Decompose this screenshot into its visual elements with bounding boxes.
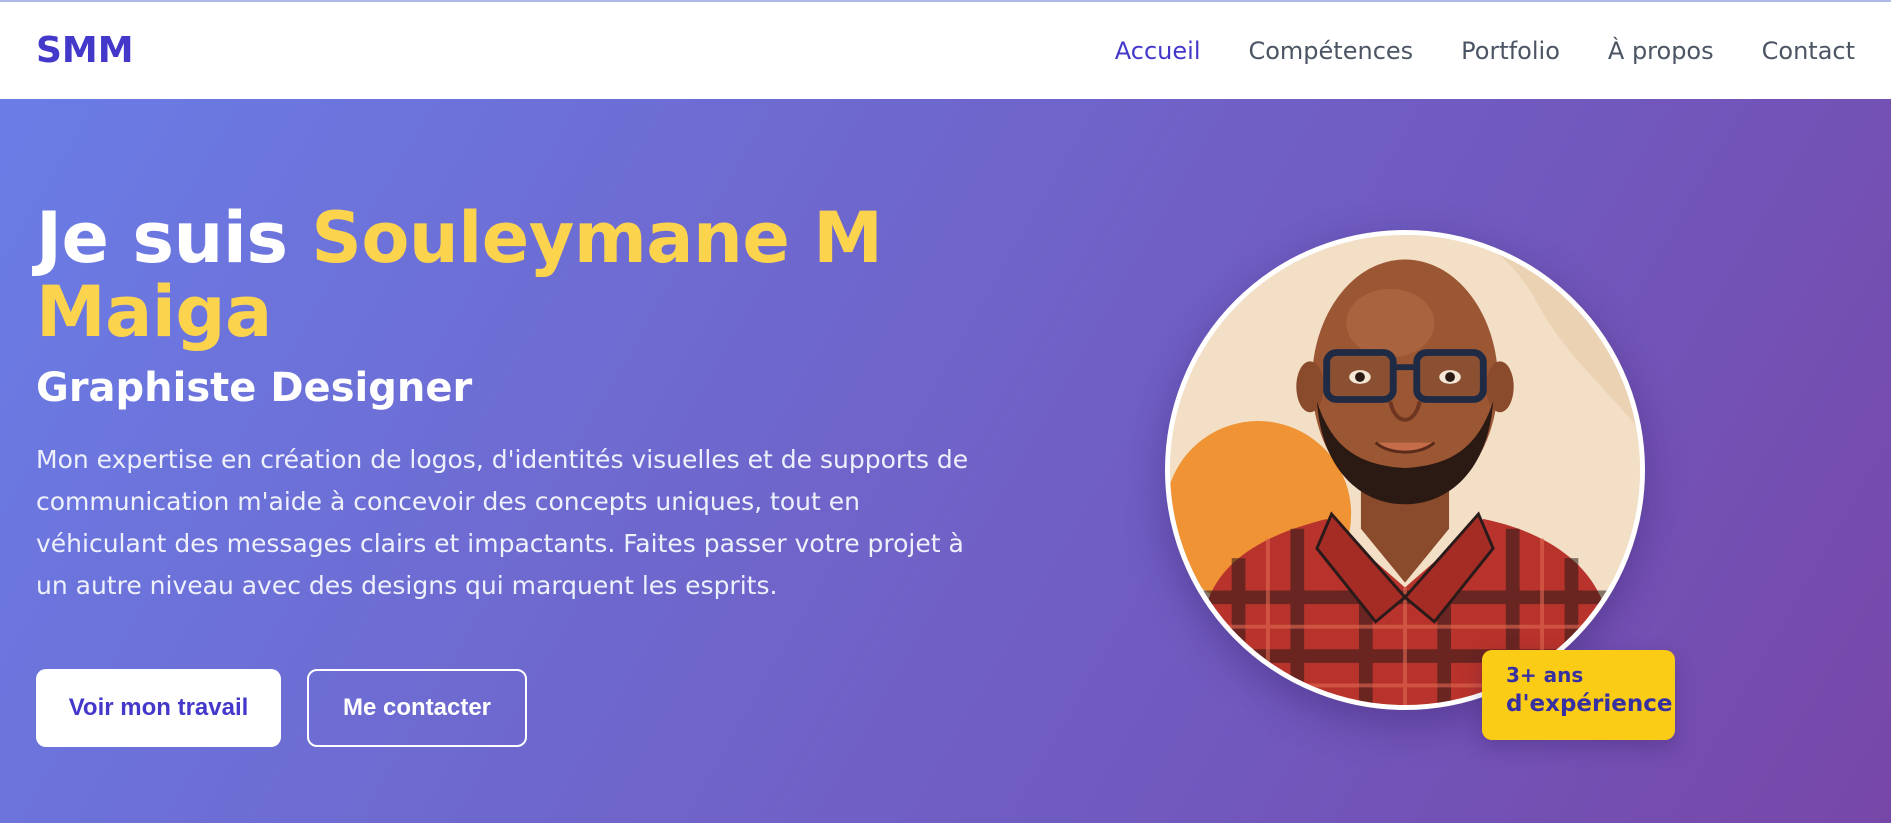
hero-subtitle: Graphiste Designer <box>36 365 473 411</box>
hero-text-block: Je suis Souleymane M Maiga Graphiste Des… <box>36 201 976 607</box>
experience-years: 3+ ans <box>1506 663 1584 687</box>
nav-link-contact[interactable]: Contact <box>1762 37 1855 65</box>
nav-link-competences[interactable]: Compétences <box>1248 37 1413 65</box>
profile-avatar <box>1165 230 1645 710</box>
hero-title: Je suis Souleymane M Maiga <box>36 201 976 349</box>
contact-me-button[interactable]: Me contacter <box>307 669 527 747</box>
site-logo[interactable]: SMM <box>36 30 134 71</box>
view-work-button[interactable]: Voir mon travail <box>36 669 281 747</box>
nav-link-accueil[interactable]: Accueil <box>1115 37 1201 65</box>
navbar: SMM Accueil Compétences Portfolio À prop… <box>0 2 1891 99</box>
nav-link-portfolio[interactable]: Portfolio <box>1461 37 1560 65</box>
nav-link-a-propos[interactable]: À propos <box>1608 37 1714 65</box>
profile-portrait-illustration <box>1170 235 1640 705</box>
experience-badge: 3+ ans d'expérience <box>1482 650 1675 740</box>
main-nav: Accueil Compétences Portfolio À propos C… <box>1115 37 1855 65</box>
experience-label: d'expérience <box>1506 691 1673 717</box>
hero-buttons: Voir mon travail Me contacter <box>36 669 527 747</box>
hero-section: Je suis Souleymane M Maiga Graphiste Des… <box>0 99 1891 823</box>
hero-description: Mon expertise en création de logos, d'id… <box>36 445 969 600</box>
hero-title-prefix: Je suis <box>36 197 312 279</box>
